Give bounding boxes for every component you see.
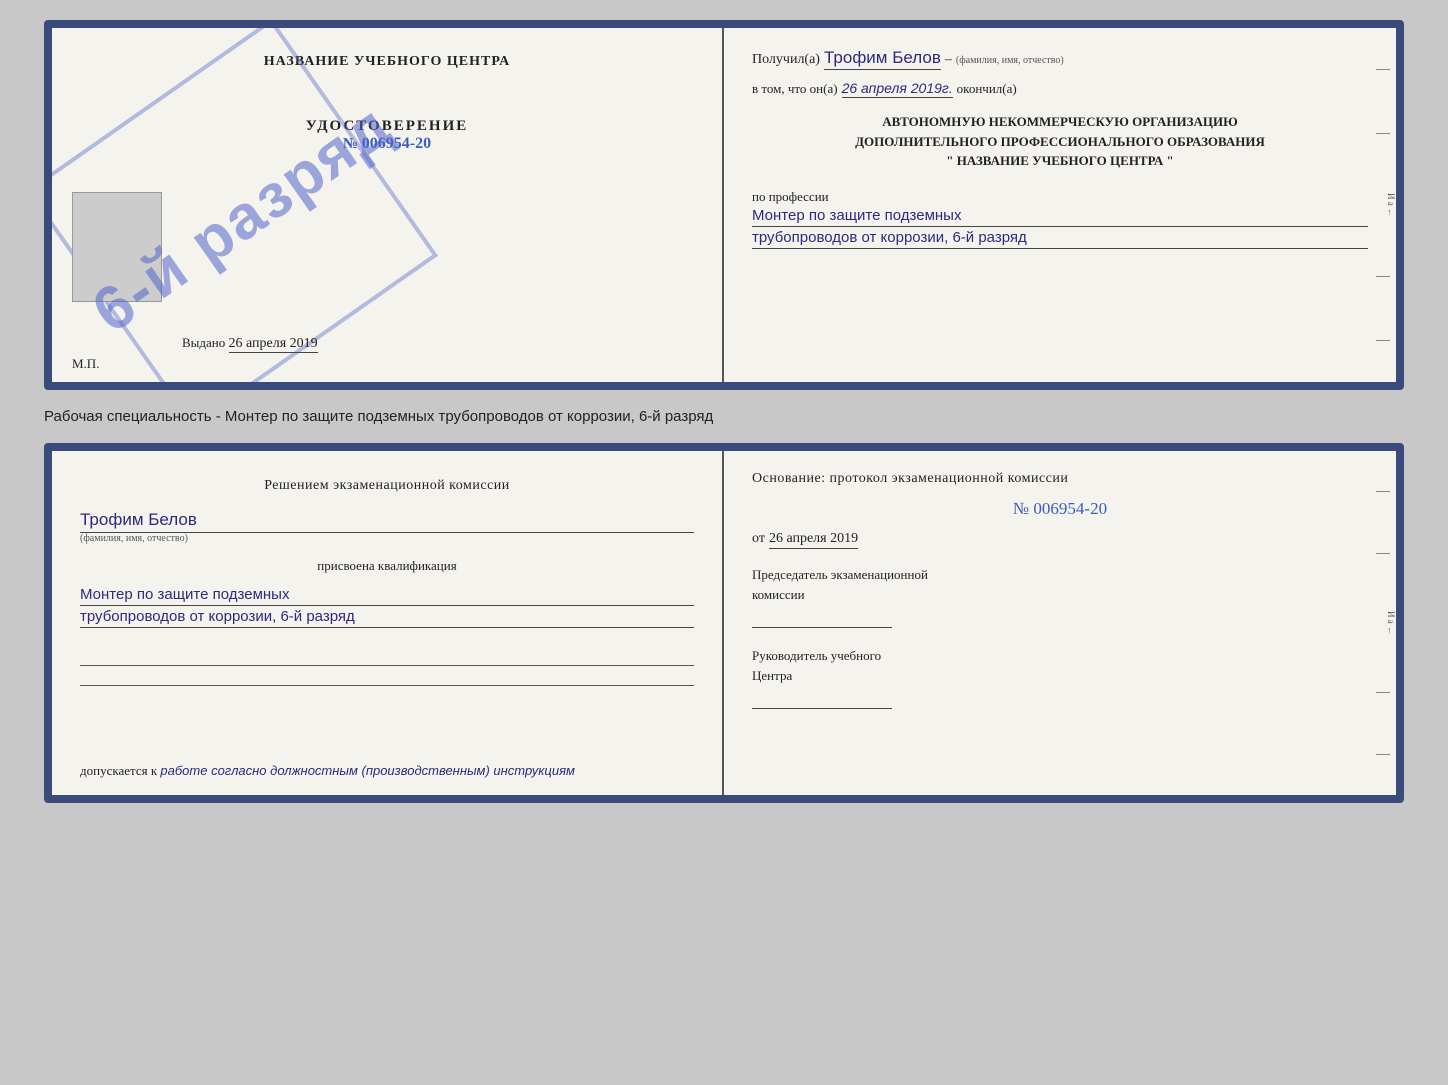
org-line2: ДОПОЛНИТЕЛЬНОГО ПРОФЕССИОНАЛЬНОГО ОБРАЗО… — [752, 132, 1368, 152]
side-line-2 — [1376, 133, 1390, 134]
side-line-b2 — [1376, 553, 1390, 554]
rukovoditel-sign-line — [752, 689, 892, 709]
ot-date: 26 апреля 2019 — [769, 531, 858, 549]
top-certificate: НАЗВАНИЕ УЧЕБНОГО ЦЕНТРА 6-й разряд УДОС… — [44, 20, 1404, 390]
side-label-top: И а ← — [1376, 193, 1396, 217]
side-line-4 — [1376, 340, 1390, 341]
dopuskaetsya-label: допускается к — [80, 763, 157, 778]
dopuskaetsya-block: допускается к работе согласно должностны… — [80, 763, 702, 779]
side-line-3 — [1376, 276, 1390, 277]
po-professii: по профессии — [752, 189, 829, 204]
osnovanie-title: Основание: протокол экзаменационной коми… — [752, 471, 1368, 487]
underlines-block — [80, 646, 694, 688]
fio-sublabel: (фамилия, имя, отчество) — [956, 55, 1064, 66]
poluchil-dash: – — [945, 52, 952, 68]
side-line-b1 — [1376, 491, 1390, 492]
fio-bottom-sublabel: (фамилия, имя, отчество) — [80, 533, 694, 544]
poluchil-line: Получил(а) Трофим Белов – (фамилия, имя,… — [752, 48, 1368, 70]
cert-bottom-right: Основание: протокол экзаменационной коми… — [724, 451, 1396, 795]
vtom-line: в том, что он(а) 26 апреля 2019г. окончи… — [752, 80, 1368, 98]
qual-block: Монтер по защите подземных трубопроводов… — [80, 584, 694, 628]
fio-bottom-handwritten: Трофим Белов — [80, 510, 694, 533]
predsedatel-block: Председатель экзаменационной комиссии — [752, 565, 1368, 628]
underline-1 — [80, 648, 694, 666]
mp-text: М.П. — [72, 356, 99, 371]
okochil-label: окончил(а) — [957, 81, 1017, 97]
side-line-1 — [1376, 69, 1390, 70]
org-line1: АВТОНОМНУЮ НЕКОММЕРЧЕСКУЮ ОРГАНИЗАЦИЮ — [752, 112, 1368, 132]
cert-top-left: НАЗВАНИЕ УЧЕБНОГО ЦЕНТРА 6-й разряд УДОС… — [52, 28, 724, 382]
prof-block: по профессии Монтер по защите подземных … — [752, 189, 1368, 249]
stamp-overlay: 6-й разряд — [53, 31, 431, 390]
specialty-label: Рабочая специальность - Монтер по защите… — [44, 406, 1404, 427]
fio-handwritten: Трофим Белов — [824, 48, 941, 70]
qual-line1: Монтер по защите подземных — [80, 586, 694, 606]
qual-line2: трубопроводов от коррозии, 6-й разряд — [80, 608, 694, 628]
prof-line2: трубопроводов от коррозии, 6-й разряд — [752, 229, 1368, 249]
underline-2 — [80, 668, 694, 686]
side-label-bottom: И а ← — [1376, 611, 1396, 635]
poluchil-label: Получил(а) — [752, 52, 820, 68]
bottom-certificate: Решением экзаменационной комиссии Трофим… — [44, 443, 1404, 803]
side-lines-top: И а ← — [1376, 28, 1396, 382]
rukovoditel-line2: Центра — [752, 666, 1368, 686]
ot-label: от — [752, 531, 765, 549]
vtom-date: 26 апреля 2019г. — [842, 80, 953, 98]
vtom-label: в том, что он(а) — [752, 81, 838, 97]
fio-block-bottom: Трофим Белов (фамилия, имя, отчество) — [80, 510, 694, 544]
predsedatel-sign-line — [752, 608, 892, 628]
predsedatel-line2: комиссии — [752, 585, 1368, 605]
predsedatel-line1: Председатель экзаменационной — [752, 565, 1368, 585]
rukovoditel-block: Руководитель учебного Центра — [752, 646, 1368, 709]
cert-bottom-left: Решением экзаменационной комиссии Трофим… — [52, 451, 724, 795]
rukovoditel-line1: Руководитель учебного — [752, 646, 1368, 666]
number-large: № 006954-20 — [752, 499, 1368, 519]
dopuskaetsya-value: работе согласно должностным (производств… — [160, 763, 575, 778]
prisvoena-text: присвоена квалификация — [80, 558, 694, 574]
prof-line1: Монтер по защите подземных — [752, 207, 1368, 227]
org-block: АВТОНОМНУЮ НЕКОММЕРЧЕСКУЮ ОРГАНИЗАЦИЮ ДО… — [752, 112, 1368, 171]
number-value: 006954-20 — [1033, 499, 1107, 518]
org-line3: " НАЗВАНИЕ УЧЕБНОГО ЦЕНТРА " — [752, 151, 1368, 171]
mp-block: М.П. — [72, 356, 99, 372]
number-label: № — [1013, 499, 1029, 518]
side-line-b3 — [1376, 692, 1390, 693]
reshenie-title: Решением экзаменационной комиссии — [80, 475, 694, 496]
side-lines-bottom: И а ← — [1376, 451, 1396, 795]
cert-top-right: Получил(а) Трофим Белов – (фамилия, имя,… — [724, 28, 1396, 382]
side-line-b4 — [1376, 754, 1390, 755]
ot-line: от 26 апреля 2019 — [752, 531, 1368, 549]
